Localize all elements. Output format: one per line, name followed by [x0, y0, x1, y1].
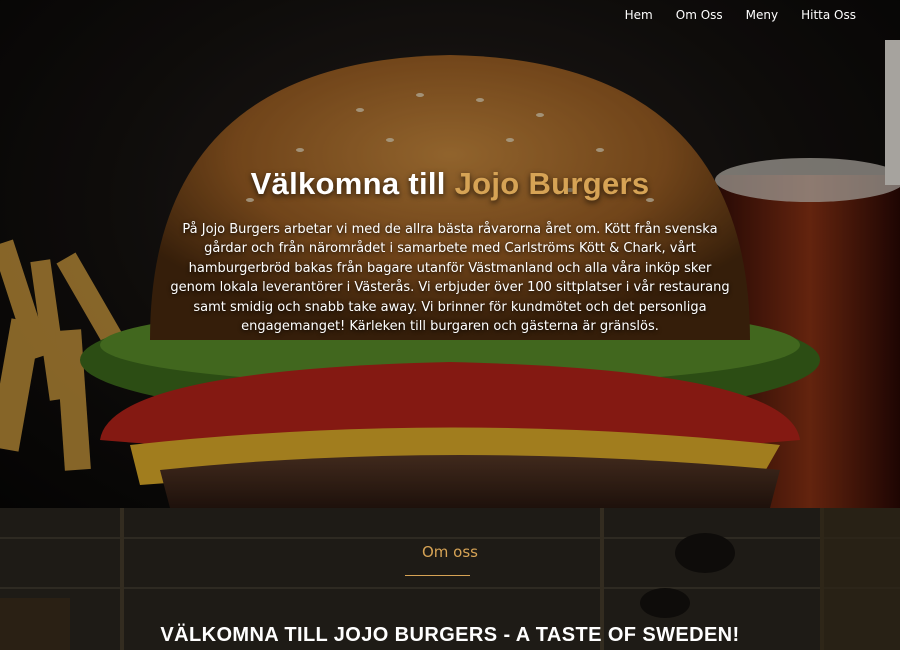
hero-description: På Jojo Burgers arbetar vi med de allra … [170, 222, 730, 335]
nav-item-hitta-oss[interactable]: Hitta Oss [801, 8, 856, 22]
about-section: Om oss VÄLKOMNA TILL JOJO BURGERS - A TA… [0, 508, 900, 650]
top-navigation: Hem Om Oss Meny Hitta Oss [0, 0, 900, 30]
nav-item-meny[interactable]: Meny [746, 8, 778, 22]
hero-title-brand: Jojo Burgers [454, 166, 650, 201]
hero-title: Välkomna till Jojo Burgers [0, 166, 900, 202]
hero-title-prefix: Välkomna till [250, 166, 455, 201]
about-divider [405, 575, 470, 576]
nav-item-om-oss[interactable]: Om Oss [676, 8, 723, 22]
page: Välkomna till Jojo Burgers På Jojo Burge… [0, 0, 900, 650]
nav-item-hem[interactable]: Hem [625, 8, 653, 22]
about-heading: VÄLKOMNA TILL JOJO BURGERS - A TASTE OF … [160, 624, 740, 646]
about-label: Om oss [422, 543, 478, 561]
hero-section: Välkomna till Jojo Burgers På Jojo Burge… [0, 0, 900, 508]
